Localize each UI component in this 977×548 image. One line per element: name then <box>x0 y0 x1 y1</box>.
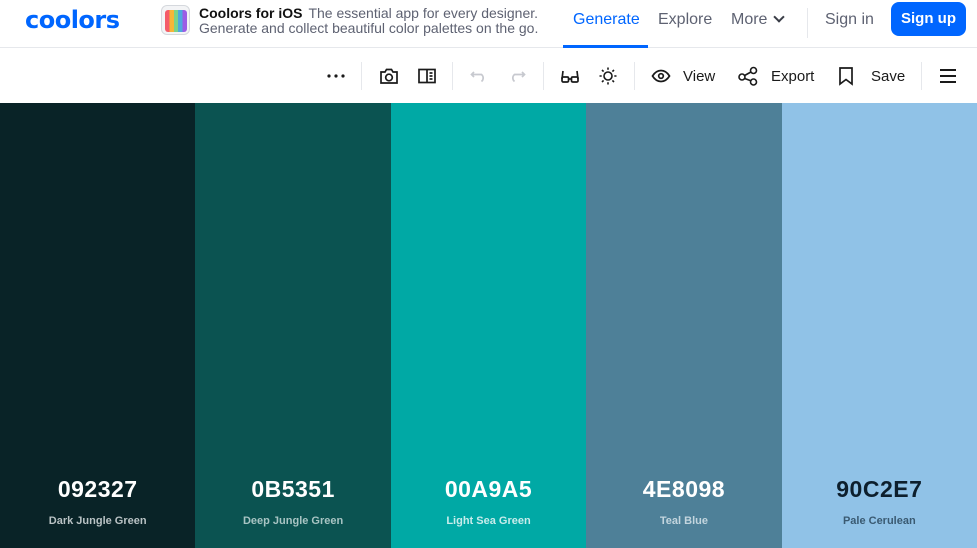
palette-toolbar: View Export Save <box>0 49 977 103</box>
swatch-hex-code[interactable]: 00A9A5 <box>391 476 586 503</box>
swatch-hex-code[interactable]: 90C2E7 <box>782 476 977 503</box>
share-icon <box>738 66 758 86</box>
swatch-color-name[interactable]: Deep Jungle Green <box>195 515 390 527</box>
ios-app-icon <box>161 5 190 35</box>
camera-icon[interactable] <box>377 49 401 103</box>
nav-more-dropdown[interactable]: More <box>731 11 786 29</box>
more-options-icon[interactable] <box>322 49 350 103</box>
toolbar-divider <box>634 62 635 90</box>
sign-up-button[interactable]: Sign up <box>891 2 966 36</box>
view-label: View <box>683 67 716 85</box>
hamburger-menu-icon[interactable] <box>936 49 960 103</box>
export-button[interactable]: Export <box>737 49 814 103</box>
nav-more-label: More <box>731 11 768 28</box>
undo-icon[interactable] <box>467 49 491 103</box>
toolbar-divider <box>543 62 544 90</box>
swatch-hex-code[interactable]: 4E8098 <box>586 476 781 503</box>
swatch-color-name[interactable]: Pale Cerulean <box>782 515 977 527</box>
swatch-color-name[interactable]: Teal Blue <box>586 515 781 527</box>
promo-title-line: Coolors for iOS The essential app for eve… <box>199 5 538 21</box>
view-button[interactable]: View <box>651 49 715 103</box>
nav-active-indicator <box>563 45 648 48</box>
promo-tagline: The essential app for every designer. <box>308 5 539 21</box>
nav-generate-link[interactable]: Generate <box>573 11 640 29</box>
nav-explore-link[interactable]: Explore <box>658 11 712 29</box>
save-button[interactable]: Save <box>837 49 905 103</box>
color-swatch[interactable]: 4E8098 Teal Blue <box>586 103 782 548</box>
swatch-hex-code[interactable]: 092327 <box>0 476 195 503</box>
promo-subtitle: Generate and collect beautiful color pal… <box>199 20 539 36</box>
swatch-color-name[interactable]: Light Sea Green <box>391 515 586 527</box>
chevron-down-icon <box>773 11 786 23</box>
nav-divider <box>807 8 808 38</box>
color-palette: 092327 Dark Jungle Green 0B5351 Deep Jun… <box>0 103 977 548</box>
color-swatch[interactable]: 90C2E7 Pale Cerulean <box>781 103 977 548</box>
swatch-color-name[interactable]: Dark Jungle Green <box>0 515 195 527</box>
color-swatch[interactable]: 0B5351 Deep Jungle Green <box>195 103 391 548</box>
sign-in-link[interactable]: Sign in <box>825 11 874 29</box>
top-navbar: coolors Coolors for iOS The essential app… <box>0 0 977 48</box>
redo-icon[interactable] <box>505 49 529 103</box>
bookmark-icon <box>839 67 853 86</box>
toolbar-divider <box>361 62 362 90</box>
export-label: Export <box>771 67 815 85</box>
color-swatch[interactable]: 092327 Dark Jungle Green <box>0 103 196 548</box>
swatch-hex-code[interactable]: 0B5351 <box>195 476 390 503</box>
toolbar-divider <box>452 62 453 90</box>
coolors-logo[interactable]: coolors <box>25 6 120 34</box>
brightness-icon[interactable] <box>596 49 620 103</box>
promo-title: Coolors for iOS <box>199 5 303 21</box>
save-label: Save <box>871 67 906 85</box>
eye-icon <box>651 69 671 83</box>
ios-app-promo[interactable]: Coolors for iOS The essential app for eve… <box>161 5 541 37</box>
color-swatch[interactable]: 00A9A5 Light Sea Green <box>390 103 587 548</box>
split-view-icon[interactable] <box>415 49 439 103</box>
toolbar-divider <box>921 62 922 90</box>
glasses-icon[interactable] <box>558 49 582 103</box>
